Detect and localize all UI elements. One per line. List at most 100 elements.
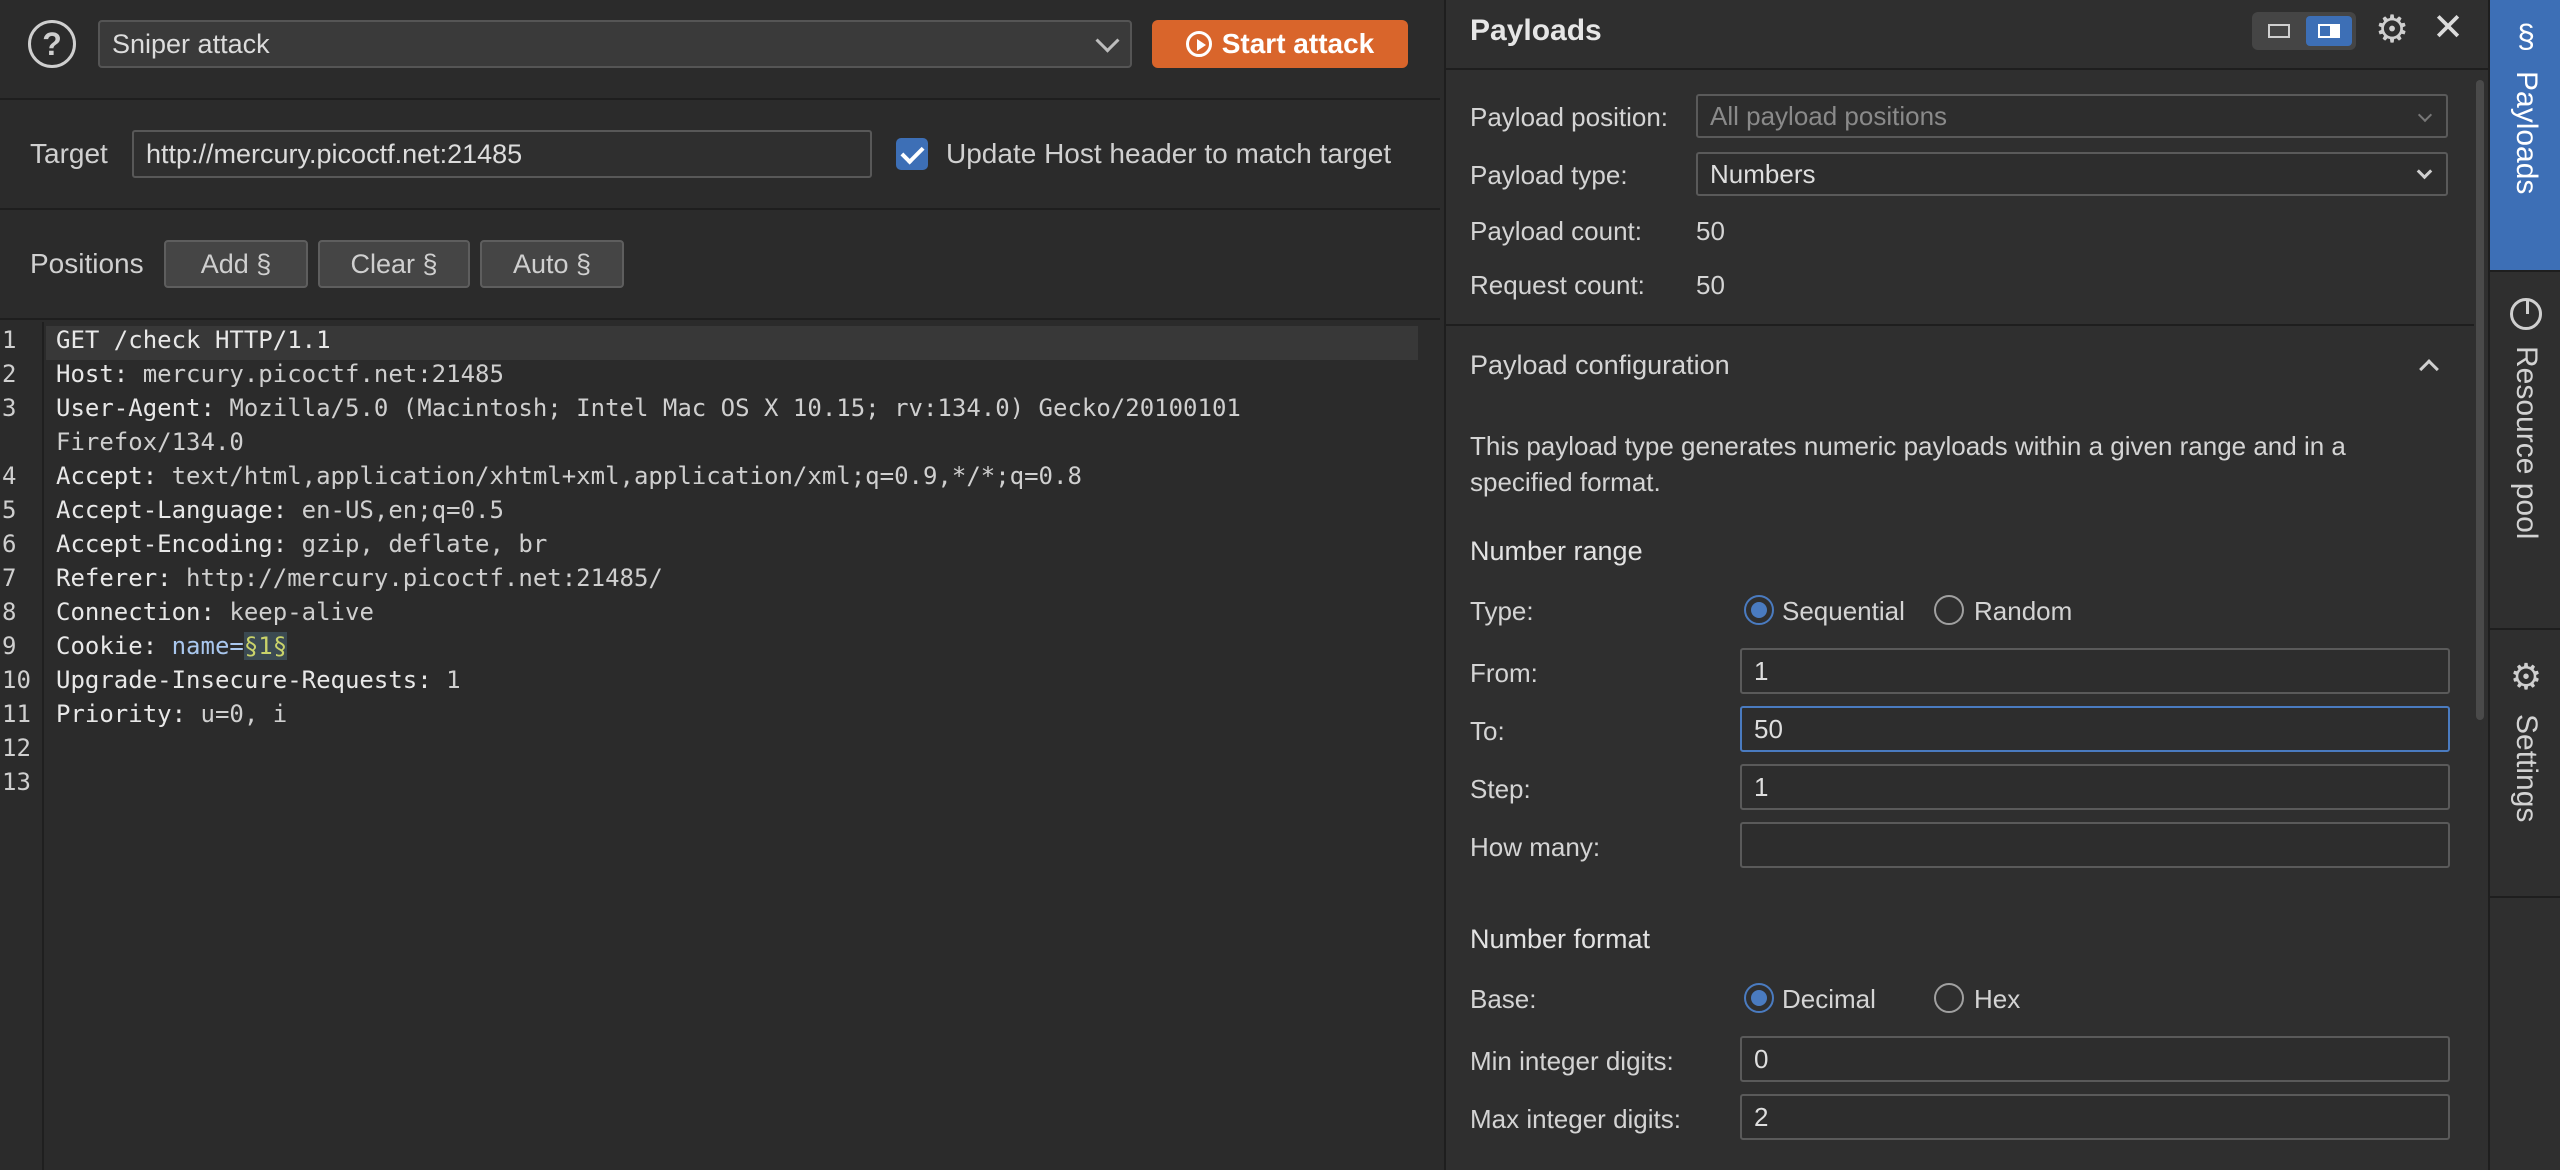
- divider: [0, 98, 1440, 100]
- play-icon: [1185, 31, 1212, 57]
- header-line-wrap: Firefox/134.0: [56, 428, 244, 456]
- chevron-up-icon[interactable]: [2419, 359, 2439, 379]
- to-input[interactable]: 50: [1740, 706, 2450, 752]
- header-line: Accept: text/html,application/xhtml+xml,…: [56, 462, 1082, 490]
- tab-resource-pool-label: Resource pool: [2510, 346, 2543, 540]
- cookie-name: name=: [171, 632, 244, 660]
- sequential-label: Sequential: [1782, 596, 1905, 626]
- payload-configuration-header[interactable]: Payload configuration: [1446, 326, 2474, 406]
- max-integer-digits-label: Max integer digits:: [1470, 1104, 1681, 1134]
- request-line: GET /check HTTP/1.1: [56, 326, 331, 354]
- attack-type-value: Sniper attack: [112, 28, 270, 59]
- payload-marker: §1§: [243, 632, 288, 660]
- random-label: Random: [1974, 596, 2073, 626]
- payload-configuration-title: Payload configuration: [1470, 350, 1730, 380]
- request-count-label: Request count:: [1470, 270, 1645, 300]
- payload-type-select[interactable]: Numbers: [1696, 152, 2448, 196]
- chevron-down-icon: [2416, 163, 2433, 180]
- layout-toggle[interactable]: [2252, 12, 2356, 50]
- header-line: Upgrade-Insecure-Requests: 1: [56, 666, 461, 694]
- update-host-checkbox[interactable]: [896, 138, 928, 170]
- line-number: 6: [2, 530, 17, 558]
- attack-config-panel: ? Sniper attack Start attack Target http…: [0, 0, 1440, 1170]
- line-number: 10: [2, 666, 31, 694]
- payload-count-value: 50: [1696, 216, 1725, 246]
- gear-icon: ⚙: [2509, 656, 2543, 697]
- payload-type-label: Payload type:: [1470, 160, 1628, 190]
- line-number: 9: [2, 632, 17, 660]
- line-number-gutter: 1 2 3 4 5 6 7 8 9 10 11 12 13: [0, 322, 44, 1170]
- line-number: 1: [2, 326, 17, 354]
- auto-marker-button[interactable]: Auto §: [480, 240, 624, 288]
- payload-position-value: All payload positions: [1710, 100, 1948, 131]
- cookie-line: Cookie: name=§1§: [56, 632, 288, 660]
- payload-description: This payload type generates numeric payl…: [1470, 431, 2346, 497]
- payload-position-label: Payload position:: [1470, 102, 1669, 132]
- line-number: 7: [2, 564, 17, 592]
- number-range-title: Number range: [1470, 536, 1643, 566]
- chevron-down-icon: [2417, 107, 2433, 123]
- how-many-label: How many:: [1470, 832, 1601, 862]
- split-layout-icon[interactable]: [2306, 16, 2352, 46]
- hex-radio[interactable]: [1934, 983, 1964, 1013]
- request-count-value: 50: [1696, 270, 1725, 300]
- from-input[interactable]: 1: [1740, 648, 2450, 694]
- decimal-label: Decimal: [1782, 984, 1876, 1014]
- scrollbar[interactable]: [2476, 80, 2484, 720]
- line-number: 4: [2, 462, 17, 490]
- add-marker-button[interactable]: Add §: [164, 240, 308, 288]
- target-url-input[interactable]: http://mercury.picoctf.net:21485: [132, 130, 872, 178]
- payload-count-label: Payload count:: [1470, 216, 1643, 246]
- attack-type-select[interactable]: Sniper attack: [98, 20, 1132, 68]
- close-icon[interactable]: ✕: [2428, 8, 2468, 48]
- min-integer-digits-input[interactable]: 0: [1740, 1036, 2450, 1082]
- decimal-radio[interactable]: [1744, 983, 1774, 1013]
- list-layout-icon[interactable]: [2256, 16, 2302, 46]
- number-format-title: Number format: [1470, 924, 1651, 954]
- tab-resource-pool[interactable]: Resource pool: [2490, 272, 2560, 628]
- divider: [0, 208, 1440, 210]
- payloads-panel: Payloads ⚙ ✕ Payload position: All paylo…: [1444, 0, 2490, 1170]
- tab-payloads[interactable]: § Payloads: [2490, 0, 2560, 270]
- side-tab-bar: § Payloads Resource pool ⚙ Settings: [2488, 0, 2560, 1170]
- tab-payloads-label: Payloads: [2510, 71, 2543, 195]
- header-line: User-Agent: Mozilla/5.0 (Macintosh; Inte…: [56, 394, 1241, 422]
- line-number: 3: [2, 394, 17, 422]
- clear-marker-button[interactable]: Clear §: [318, 240, 470, 288]
- line-number: 5: [2, 496, 17, 524]
- line-number: 12: [2, 734, 31, 762]
- gear-icon[interactable]: ⚙: [2372, 10, 2412, 50]
- max-integer-digits-input[interactable]: 2: [1740, 1094, 2450, 1140]
- request-editor[interactable]: 1 2 3 4 5 6 7 8 9 10 11 12 13 GET /check…: [0, 322, 1440, 1170]
- random-radio[interactable]: [1934, 595, 1964, 625]
- base-label: Base:: [1470, 984, 1537, 1014]
- payload-type-value: Numbers: [1710, 158, 1816, 189]
- positions-label: Positions: [30, 248, 144, 279]
- header-line: Accept-Language: en-US,en;q=0.5: [56, 496, 504, 524]
- payload-position-select[interactable]: All payload positions: [1696, 94, 2448, 138]
- start-attack-label: Start attack: [1221, 28, 1375, 59]
- header-line: Host: mercury.picoctf.net:21485: [56, 360, 504, 388]
- tab-settings[interactable]: ⚙ Settings: [2490, 630, 2560, 896]
- update-host-label: Update Host header to match target: [946, 138, 1392, 169]
- payloads-icon: §: [2517, 18, 2535, 54]
- help-icon[interactable]: ?: [28, 20, 76, 68]
- chevron-down-icon: [1095, 28, 1120, 53]
- hex-label: Hex: [1974, 984, 2021, 1014]
- start-attack-button[interactable]: Start attack: [1152, 20, 1408, 68]
- line-number: 8: [2, 598, 17, 626]
- from-label: From:: [1470, 658, 1538, 688]
- header-line: Referer: http://mercury.picoctf.net:2148…: [56, 564, 663, 592]
- min-integer-digits-label: Min integer digits:: [1470, 1046, 1674, 1076]
- to-label: To:: [1470, 716, 1505, 746]
- line-number: 13: [2, 768, 31, 796]
- step-input[interactable]: 1: [1740, 764, 2450, 810]
- how-many-input[interactable]: [1740, 822, 2450, 868]
- header-line: Priority: u=0, i: [56, 700, 288, 728]
- tab-settings-label: Settings: [2510, 714, 2543, 823]
- divider: [1446, 68, 2490, 70]
- target-label: Target: [30, 138, 108, 169]
- header-line: Connection: keep-alive: [56, 598, 374, 626]
- sequential-radio[interactable]: [1744, 595, 1774, 625]
- type-label: Type:: [1470, 596, 1534, 626]
